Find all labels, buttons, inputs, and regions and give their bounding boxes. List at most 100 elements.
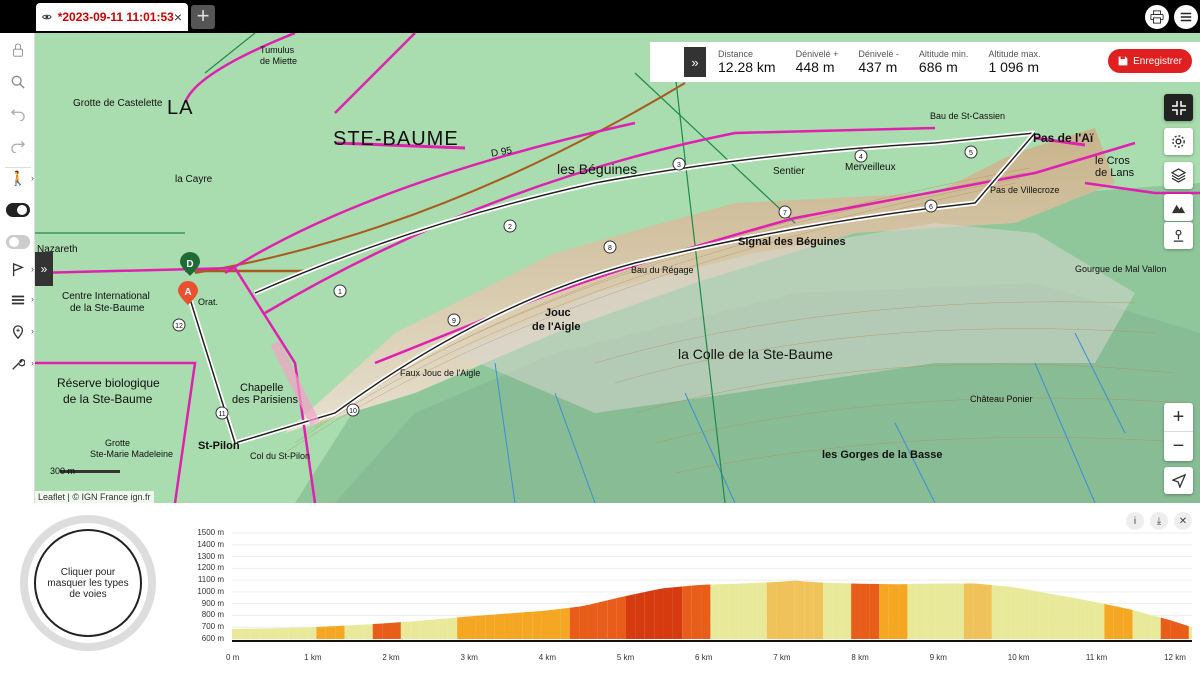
profile-segment: [682, 585, 692, 639]
profile-segment: [785, 580, 795, 639]
save-button[interactable]: Enregistrer: [1108, 49, 1192, 73]
locate-button[interactable]: [1164, 467, 1193, 494]
flag-icon[interactable]: ›: [5, 259, 34, 281]
tab-route[interactable]: *2023-09-11 11:01:53 ×: [36, 3, 188, 31]
waypoint-6: 6: [929, 204, 933, 211]
zoom-in-button[interactable]: +: [1164, 403, 1193, 432]
profile-segment: [1048, 593, 1058, 639]
lock-icon[interactable]: [5, 39, 31, 61]
new-tab-button[interactable]: +: [191, 5, 215, 29]
relief-button[interactable]: [1164, 194, 1193, 221]
profile-segment: [1038, 591, 1049, 639]
layers-button[interactable]: [1164, 162, 1193, 189]
track-types-toggle[interactable]: Cliquer pour masquer les types de voies: [20, 515, 156, 651]
profile-segment: [382, 622, 392, 639]
profile-segment: [1085, 600, 1096, 639]
info-icon[interactable]: i: [1126, 512, 1144, 530]
profile-segment: [1123, 607, 1133, 639]
y-tick-label: 1300 m: [197, 551, 224, 561]
gear-icon: [1172, 135, 1185, 148]
poi-button[interactable]: [1164, 222, 1193, 249]
zoom-search-icon[interactable]: [5, 71, 31, 93]
fullscreen-exit-button[interactable]: [1164, 94, 1193, 121]
profile-segment: [1001, 585, 1011, 639]
map-label-centre-1: Centre International: [62, 291, 150, 302]
profile-segment: [447, 617, 458, 639]
print-button[interactable]: [1145, 5, 1169, 29]
x-tick-label: 10 km: [1007, 653, 1030, 662]
map-label-bau-cassien: Bau de St-Cassien: [930, 111, 1006, 121]
map-label-colle: la Colle de la Ste-Baume: [678, 346, 833, 362]
download-icon[interactable]: ⤓: [1150, 512, 1168, 530]
wrench-icon[interactable]: ›: [5, 353, 34, 375]
profile-segment: [325, 626, 336, 639]
profile-segment: [869, 583, 880, 639]
undo-icon[interactable]: [5, 103, 31, 125]
profile-segment: [747, 582, 758, 639]
profile-segment: [813, 582, 824, 639]
profile-segment: [935, 583, 945, 639]
profile-segment: [944, 583, 955, 639]
map-label-la: LA: [167, 97, 194, 119]
map-label-reserve-2: de la Ste-Baume: [63, 392, 153, 406]
location-pin-icon[interactable]: ›: [5, 321, 34, 343]
map-label-merveilleux: Merveilleux: [845, 162, 896, 173]
tab-title: *2023-09-11 11:01:53: [57, 10, 174, 24]
profile-segment: [757, 582, 767, 639]
profile-segment: [485, 614, 495, 639]
map-label-lans: de Lans: [1095, 167, 1135, 179]
expand-left-panel-button[interactable]: »: [35, 252, 53, 286]
profile-segment: [504, 613, 514, 639]
x-tick-label: 4 km: [538, 653, 557, 662]
double-chevron-right-icon: »: [40, 262, 48, 276]
zoom-out-button[interactable]: −: [1164, 432, 1193, 461]
waypoint-9: 9: [452, 318, 456, 325]
eye-icon[interactable]: [42, 10, 52, 24]
profile-segment: [1057, 595, 1067, 639]
map-view[interactable]: 1 2 3 4 5 6 7 8 9 10 11 12 D A STE-BAUME…: [35, 33, 1200, 503]
map-label-col: Col du St-Pilon: [250, 451, 311, 461]
collapse-stats-button[interactable]: »: [684, 47, 706, 77]
profile-segment: [1188, 626, 1192, 639]
profile-segment: [766, 582, 777, 639]
profile-segment: [907, 583, 917, 639]
waypoint-3: 3: [677, 162, 681, 169]
profile-segment: [607, 598, 617, 639]
profile-segment: [1076, 598, 1086, 639]
map-canvas: 1 2 3 4 5 6 7 8 9 10 11 12 D A: [35, 33, 1200, 503]
printer-icon: [1150, 10, 1164, 24]
track-types-legend-text: Cliquer pour masquer les types de voies: [34, 529, 142, 637]
layers-list-icon[interactable]: ›: [5, 289, 34, 311]
profile-segment: [1113, 605, 1124, 639]
profile-segment: [297, 627, 308, 639]
profile-segment: [532, 610, 542, 639]
profile-segment: [1095, 601, 1105, 639]
profile-segment: [1141, 612, 1152, 639]
double-chevron-right-icon: »: [691, 54, 699, 70]
profile-segment: [794, 580, 805, 639]
elevation-profile-panel: Cliquer pour masquer les types de voies …: [0, 503, 1200, 675]
profile-segment: [991, 585, 1002, 639]
toggle-icon[interactable]: [5, 199, 31, 221]
redo-icon[interactable]: [5, 135, 31, 157]
profile-segment: [400, 621, 411, 639]
hide-icon[interactable]: [5, 231, 31, 253]
map-label-grotte-castelette: Grotte de Castelette: [73, 98, 163, 109]
map-label-pas-ai: Pas de l'Aï: [1033, 131, 1094, 145]
waypoint-4: 4: [859, 154, 863, 161]
profile-segment: [344, 625, 354, 639]
profile-segment: [1151, 615, 1161, 639]
settings-button[interactable]: [1164, 128, 1193, 155]
map-label-grotte-2: Ste-Marie Madeleine: [90, 449, 174, 459]
hiker-icon[interactable]: 🚶 ›: [5, 167, 34, 189]
profile-segment: [841, 583, 852, 639]
close-icon[interactable]: ✕: [1174, 512, 1192, 530]
profile-segment: [916, 583, 927, 639]
profile-segment: [710, 584, 720, 639]
map-label-ste-baume: STE-BAUME: [333, 128, 459, 150]
close-icon[interactable]: ×: [174, 9, 182, 25]
map-label-chapelle-2: des Parisiens: [232, 394, 299, 406]
menu-button[interactable]: [1174, 5, 1198, 29]
x-tick-label: 1 km: [304, 653, 322, 662]
profile-segment: [288, 627, 298, 639]
